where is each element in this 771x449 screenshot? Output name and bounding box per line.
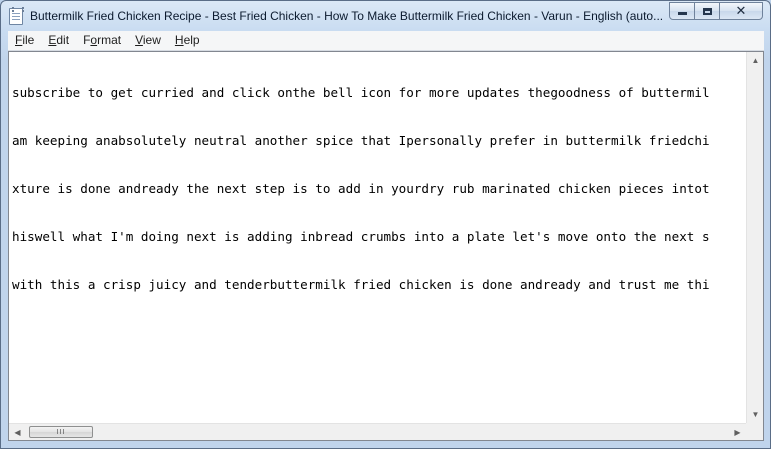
menu-edit[interactable]: Edit (41, 31, 76, 50)
text-line: hiswell what I'm doing next is adding in… (12, 229, 710, 244)
grip-icon: III (56, 428, 66, 436)
scroll-left-arrow-icon[interactable]: ◀ (9, 424, 26, 441)
text-line: am keeping anabsolutely neutral another … (12, 133, 710, 148)
menu-file-label: ile (22, 33, 35, 47)
scroll-up-arrow-icon[interactable]: ▲ (747, 52, 764, 69)
minimize-icon (677, 12, 687, 15)
menu-format[interactable]: Format (76, 31, 128, 50)
notepad-icon[interactable] (9, 7, 24, 25)
menu-bar: File Edit Format View Help (8, 31, 764, 51)
text-line: subscribe to get curried and click onthe… (12, 85, 710, 100)
vertical-scrollbar[interactable]: ▲ ▼ (746, 52, 763, 423)
menu-view-accelerator: V (135, 33, 143, 47)
menu-file[interactable]: File (8, 31, 41, 50)
title-bar[interactable]: Buttermilk Fried Chicken Recipe - Best F… (1, 1, 770, 31)
maximize-icon (702, 7, 712, 15)
menu-view-label: iew (142, 33, 161, 47)
window-title: Buttermilk Fried Chicken Recipe - Best F… (30, 9, 662, 23)
scroll-right-arrow-icon[interactable]: ▶ (729, 424, 746, 441)
horizontal-scrollbar[interactable]: ◀ III ▶ (9, 423, 746, 440)
close-button[interactable]: ✕ (719, 2, 763, 20)
scrollbar-corner (746, 423, 763, 440)
horizontal-scroll-thumb[interactable]: III (29, 426, 93, 438)
menu-help-accelerator: H (174, 33, 184, 47)
menu-format-label: rmat (97, 33, 122, 47)
scroll-down-arrow-icon[interactable]: ▼ (747, 406, 764, 423)
maximize-button[interactable] (694, 2, 720, 20)
document-text[interactable]: subscribe to get curried and click onthe… (12, 53, 745, 422)
menu-view[interactable]: View (128, 31, 168, 50)
menu-help[interactable]: Help (168, 31, 207, 50)
menu-help-label: elp (183, 33, 200, 47)
text-editor[interactable]: subscribe to get curried and click onthe… (8, 51, 764, 441)
close-icon: ✕ (735, 3, 747, 18)
text-line: xture is done andready the next step is … (12, 181, 710, 196)
notepad-window: Buttermilk Fried Chicken Recipe - Best F… (0, 0, 771, 449)
text-line: with this a crisp juicy and tenderbutter… (12, 277, 710, 292)
minimize-button[interactable] (669, 2, 695, 20)
menu-edit-label: dit (56, 33, 70, 47)
